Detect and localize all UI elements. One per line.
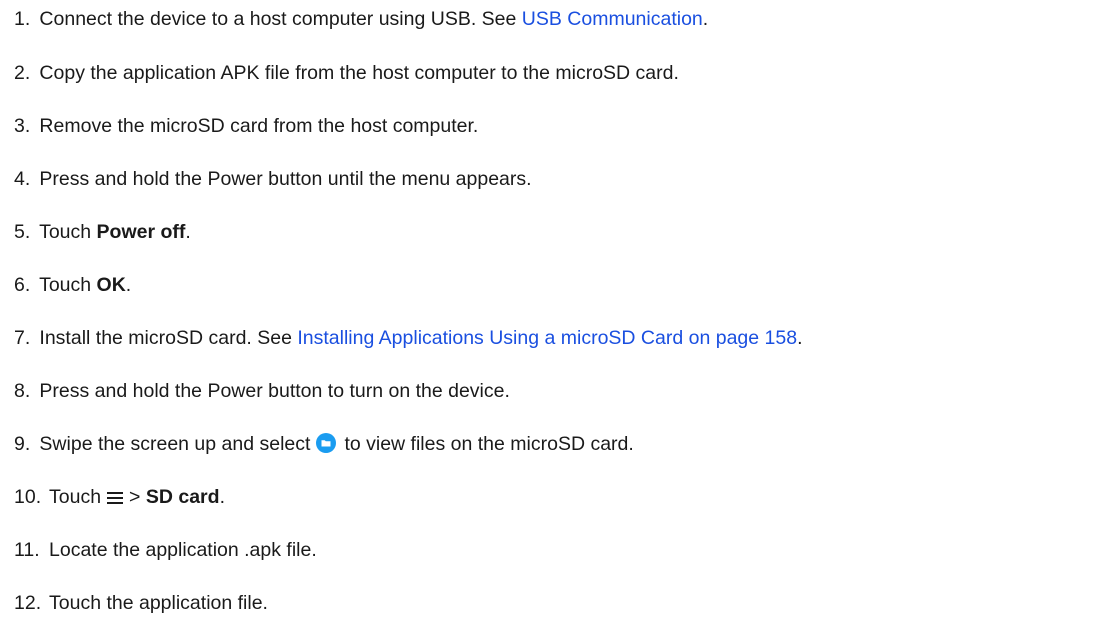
step-number: 11.: [14, 539, 40, 561]
step-text-end: .: [219, 486, 225, 508]
step-text: Press and hold the Power button to turn …: [39, 380, 510, 402]
step-11: 11. Locate the application .apk file.: [14, 538, 317, 562]
hamburger-menu-icon: [107, 487, 124, 511]
step-text-end: .: [185, 221, 191, 243]
step-number: 6.: [14, 274, 31, 296]
step-12: 12. Touch the application file.: [14, 591, 268, 615]
step-number: 3.: [14, 115, 31, 137]
step-7: 7. Install the microSD card. See Install…: [14, 326, 802, 350]
step-number: 9.: [14, 433, 31, 455]
step-5: 5. Touch Power off.: [14, 220, 191, 244]
files-app-icon: [316, 433, 337, 459]
usb-communication-link[interactable]: USB Communication: [522, 8, 703, 30]
step-text-end: .: [125, 274, 132, 296]
step-text: Install the microSD card. See: [39, 327, 298, 349]
step-9: 9. Swipe the screen up and select to view…: [14, 432, 634, 459]
step-6: 6. Touch OK.: [14, 273, 131, 297]
step-text: Touch: [39, 221, 97, 243]
step-text: Remove the microSD card from the host co…: [39, 115, 479, 137]
step-number: 2.: [14, 62, 31, 84]
step-3: 3. Remove the microSD card from the host…: [14, 114, 478, 138]
step-text: Copy the application APK file from the h…: [39, 62, 679, 84]
step-number: 4.: [14, 168, 31, 190]
sd-card-label: SD card: [145, 486, 220, 508]
step-8: 8. Press and hold the Power button to tu…: [14, 379, 510, 403]
step-10: 10. Touch > SD card.: [14, 485, 225, 511]
step-text-end: .: [702, 8, 709, 30]
step-text: Press and hold the Power button until th…: [39, 168, 532, 190]
step-4: 4. Press and hold the Power button until…: [14, 167, 532, 191]
step-number: 5.: [14, 221, 31, 243]
step-number: 1.: [14, 8, 31, 30]
instruction-steps: 1. Connect the device to a host computer…: [0, 0, 1094, 632]
step-number: 8.: [14, 380, 31, 402]
ok-label: OK: [96, 274, 126, 296]
step-text-end: .: [797, 327, 803, 349]
step-text: Touch: [49, 486, 102, 508]
step-text: Connect the device to a host computer us…: [39, 8, 522, 30]
installing-applications-link[interactable]: Installing Applications Using a microSD …: [297, 327, 797, 349]
step-number: 7.: [14, 327, 31, 349]
step-text: Touch: [39, 274, 97, 296]
step-text: Locate the application .apk file.: [49, 539, 317, 561]
step-text-end: to view files on the microSD card.: [344, 433, 634, 455]
chevron-separator: >: [129, 486, 141, 508]
step-2: 2. Copy the application APK file from th…: [14, 61, 679, 85]
step-text: Swipe the screen up and select: [39, 433, 311, 455]
step-1: 1. Connect the device to a host computer…: [14, 7, 708, 31]
step-text: Touch the application file.: [49, 592, 268, 614]
step-number: 12.: [14, 592, 42, 614]
power-off-label: Power off: [96, 221, 186, 243]
step-number: 10.: [14, 486, 42, 508]
